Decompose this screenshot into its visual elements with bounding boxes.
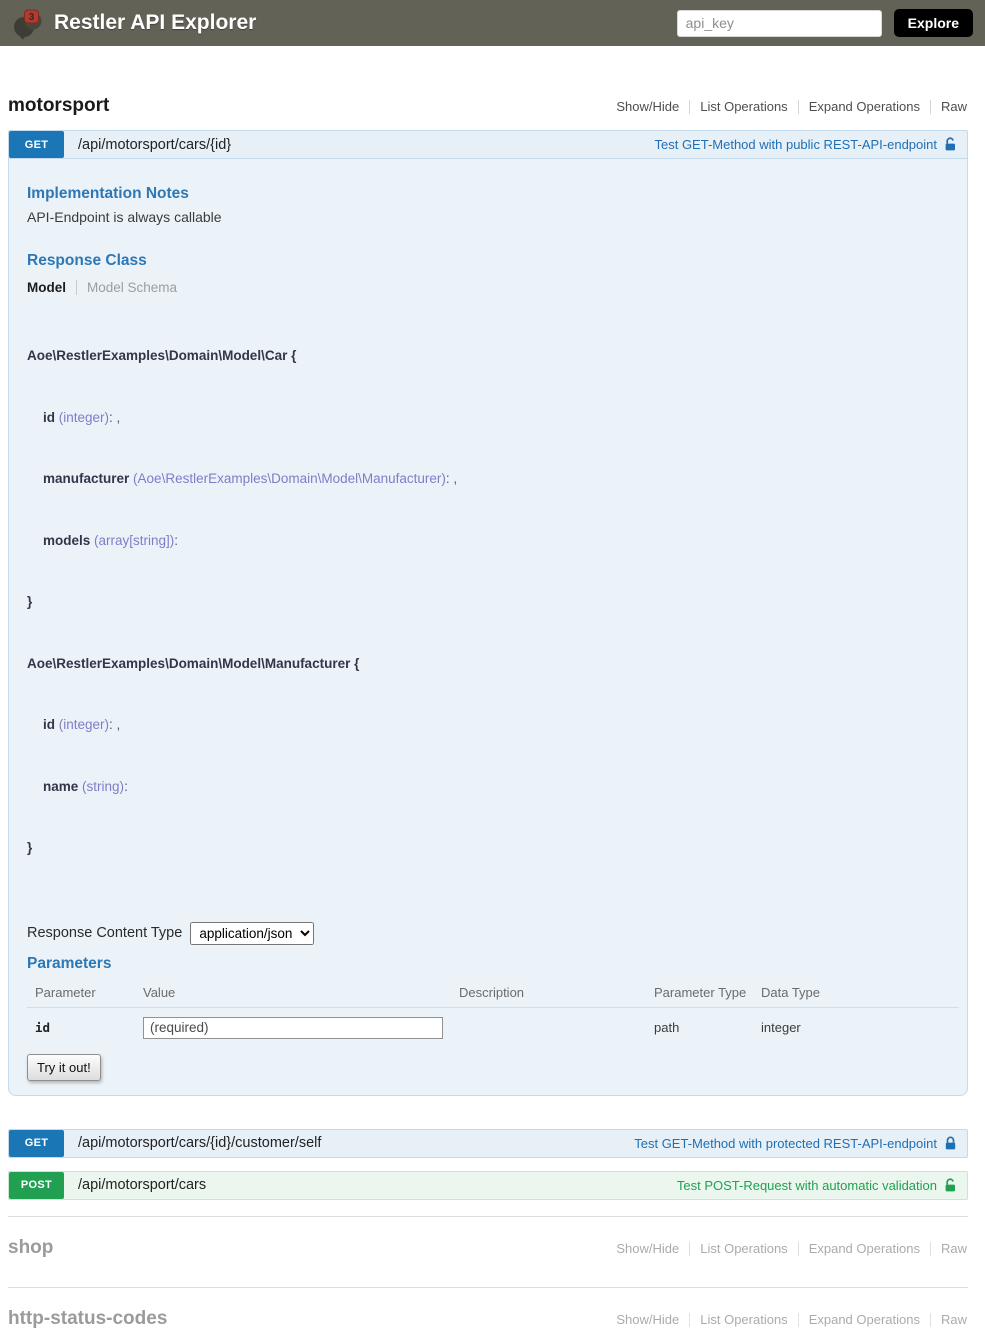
response-class-heading: Response Class — [27, 252, 949, 270]
unlock-icon — [943, 137, 958, 152]
app-title: Restler API Explorer — [54, 11, 256, 35]
raw-link[interactable]: Raw — [941, 99, 967, 114]
endpoint-test-link-label: Test POST-Request with automatic validat… — [677, 1178, 937, 1193]
expand-operations-link[interactable]: Expand Operations — [809, 1241, 920, 1256]
parameters-table-header: Parameter Value Description Parameter Ty… — [27, 981, 959, 1008]
parameter-row-id: id path integer — [27, 1008, 959, 1045]
col-data-type: Data Type — [761, 985, 959, 1000]
parameter-type-value: path — [654, 1020, 761, 1035]
parameter-data-type-value: integer — [761, 1020, 959, 1035]
parameters-table: Parameter Value Description Parameter Ty… — [27, 981, 959, 1045]
endpoint-test-link-label: Test GET-Method with protected REST-API-… — [634, 1136, 937, 1151]
endpoint-test-link-label: Test GET-Method with public REST-API-end… — [654, 137, 937, 152]
list-operations-link[interactable]: List Operations — [700, 99, 787, 114]
resource-title-shop[interactable]: shop — [8, 1237, 53, 1259]
endpoint-row-get-car: GET /api/motorsport/cars/{id} Test GET-M… — [8, 130, 968, 159]
tab-model-schema[interactable]: Model Schema — [76, 280, 177, 295]
explore-button[interactable]: Explore — [894, 9, 973, 37]
svg-text:3: 3 — [29, 12, 35, 23]
topbar: 3 Restler API Explorer Explore — [0, 0, 985, 46]
resource-title-http-status-codes[interactable]: http-status-codes — [8, 1308, 167, 1330]
endpoint-test-link[interactable]: Test GET-Method with protected REST-API-… — [634, 1136, 958, 1151]
resource-heading-motorsport: motorsport Show/Hide List Operations Exp… — [8, 95, 968, 117]
unlock-icon — [943, 1178, 958, 1193]
model-class-close: } — [27, 592, 949, 613]
model-property: id (integer): , — [27, 408, 949, 429]
show-hide-link[interactable]: Show/Hide — [616, 1241, 679, 1256]
tab-model[interactable]: Model — [27, 280, 76, 295]
raw-link[interactable]: Raw — [941, 1241, 967, 1256]
method-badge-get[interactable]: GET — [9, 1130, 64, 1157]
endpoint-path[interactable]: /api/motorsport/cars — [78, 1177, 206, 1193]
resource-title-motorsport[interactable]: motorsport — [8, 95, 109, 117]
try-it-out-button[interactable]: Try it out! — [27, 1054, 101, 1081]
col-description: Description — [459, 985, 654, 1000]
endpoint-row-get-customer-self: GET /api/motorsport/cars/{id}/customer/s… — [8, 1129, 968, 1158]
lock-icon — [943, 1136, 958, 1151]
resource-shop: shop Show/Hide List Operations Expand Op… — [8, 1216, 968, 1271]
restler-logo-icon: 3 — [12, 6, 46, 40]
model-signature: Aoe\RestlerExamples\Domain\Model\Car { i… — [27, 305, 949, 900]
operation-detail-panel: Implementation Notes API-Endpoint is alw… — [8, 159, 968, 1096]
resource-heading-shop: shop Show/Hide List Operations Expand Op… — [8, 1229, 968, 1271]
col-parameter: Parameter — [35, 985, 143, 1000]
model-class-open: Aoe\RestlerExamples\Domain\Model\Car { — [27, 346, 949, 367]
method-badge-get[interactable]: GET — [9, 131, 64, 158]
expand-operations-link[interactable]: Expand Operations — [809, 1312, 920, 1327]
model-property: id (integer): , — [27, 715, 949, 736]
show-hide-link[interactable]: Show/Hide — [616, 99, 679, 114]
api-key-input[interactable] — [677, 10, 882, 37]
parameter-value-input[interactable] — [143, 1017, 443, 1039]
col-value: Value — [143, 985, 459, 1000]
resource-http-status-codes: http-status-codes Show/Hide List Operati… — [8, 1287, 968, 1342]
implementation-notes-heading: Implementation Notes — [27, 185, 949, 203]
model-class-close: } — [27, 838, 949, 859]
endpoint-test-link[interactable]: Test POST-Request with automatic validat… — [677, 1178, 958, 1193]
show-hide-link[interactable]: Show/Hide — [616, 1312, 679, 1327]
api-docs-container: motorsport Show/Hide List Operations Exp… — [8, 95, 968, 1342]
response-content-type-label: Response Content Type — [27, 925, 182, 941]
list-operations-link[interactable]: List Operations — [700, 1312, 787, 1327]
resource-heading-http-status-codes: http-status-codes Show/Hide List Operati… — [8, 1300, 968, 1342]
resource-motorsport: motorsport Show/Hide List Operations Exp… — [8, 95, 968, 1200]
model-property: models (array[string]): — [27, 531, 949, 552]
resource-ops-links: Show/Hide List Operations Expand Operati… — [606, 100, 968, 114]
list-operations-link[interactable]: List Operations — [700, 1241, 787, 1256]
implementation-notes-text: API-Endpoint is always callable — [27, 209, 949, 225]
model-property: name (string): — [27, 777, 949, 798]
parameter-name: id — [35, 1020, 143, 1035]
endpoint-test-link[interactable]: Test GET-Method with public REST-API-end… — [654, 137, 958, 152]
topbar-controls: Explore — [677, 9, 973, 37]
parameters-heading: Parameters — [27, 955, 949, 973]
method-badge-post[interactable]: POST — [9, 1172, 64, 1199]
expand-operations-link[interactable]: Expand Operations — [809, 99, 920, 114]
endpoint-row-post-cars: POST /api/motorsport/cars Test POST-Requ… — [8, 1171, 968, 1200]
model-property: manufacturer (Aoe\RestlerExamples\Domain… — [27, 469, 949, 490]
response-content-type-select[interactable]: application/json — [190, 922, 314, 945]
raw-link[interactable]: Raw — [941, 1312, 967, 1327]
model-tabs: Model Model Schema — [27, 280, 949, 295]
endpoint-path[interactable]: /api/motorsport/cars/{id} — [78, 137, 231, 153]
model-class-open: Aoe\RestlerExamples\Domain\Model\Manufac… — [27, 654, 949, 675]
col-parameter-type: Parameter Type — [654, 985, 761, 1000]
resource-ops-links: Show/Hide List Operations Expand Operati… — [606, 1242, 968, 1256]
resource-ops-links: Show/Hide List Operations Expand Operati… — [606, 1313, 968, 1327]
response-content-type-row: Response Content Type application/json — [27, 922, 949, 945]
endpoint-path[interactable]: /api/motorsport/cars/{id}/customer/self — [78, 1135, 321, 1151]
